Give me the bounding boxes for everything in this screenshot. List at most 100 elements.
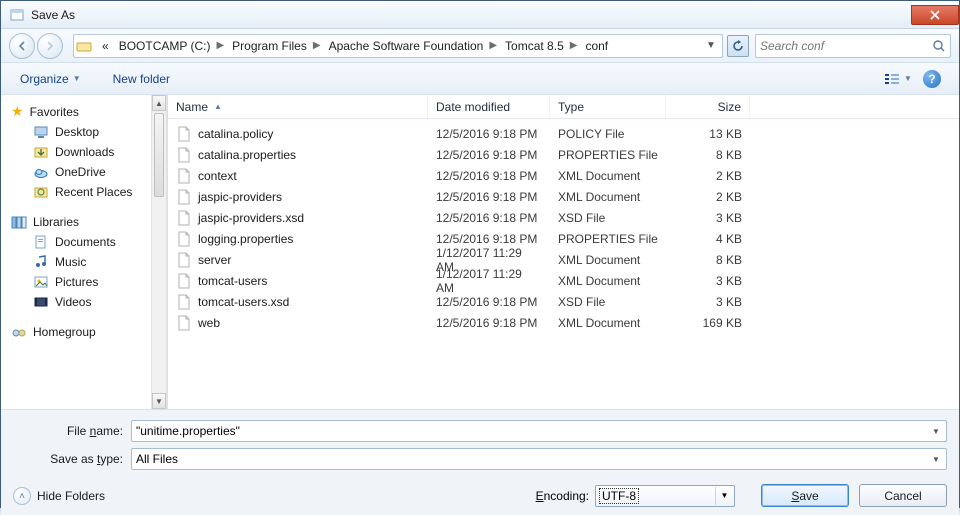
- encoding-select[interactable]: UTF-8 ▼: [595, 485, 735, 507]
- body-area: ★ Favorites DesktopDownloads OneDrive Rece…: [1, 95, 959, 409]
- tree-item-label: OneDrive: [55, 165, 106, 179]
- tree-item[interactable]: Downloads: [7, 142, 149, 162]
- scroll-thumb[interactable]: [154, 113, 164, 197]
- file-size: 8 KB: [666, 148, 750, 162]
- filename-input[interactable]: [136, 424, 928, 438]
- organize-label: Organize: [20, 72, 69, 86]
- column-name[interactable]: Name▲: [168, 95, 428, 118]
- file-icon: [176, 210, 192, 226]
- breadcrumb-seg[interactable]: BOOTCAMP (C:): [113, 35, 215, 57]
- file-row[interactable]: tomcat-users1/12/2017 11:29 AMXML Docume…: [168, 270, 959, 291]
- chevron-up-icon: ˄: [13, 487, 31, 505]
- chevron-right-icon: ▶: [311, 40, 323, 51]
- file-icon: [176, 189, 192, 205]
- help-button[interactable]: ?: [915, 67, 949, 91]
- close-button[interactable]: [911, 5, 959, 25]
- downloads-icon: [33, 144, 49, 160]
- file-row[interactable]: jaspic-providers12/5/2016 9:18 PMXML Doc…: [168, 186, 959, 207]
- tree-item[interactable]: Documents: [7, 232, 149, 252]
- file-size: 4 KB: [666, 232, 750, 246]
- column-type[interactable]: Type: [550, 95, 666, 118]
- file-size: 13 KB: [666, 127, 750, 141]
- chevron-down-icon: ▼: [73, 74, 81, 83]
- tree-item[interactable]: Music: [7, 252, 149, 272]
- tree-item[interactable]: Recent Places: [7, 182, 149, 202]
- chevron-down-icon[interactable]: ▼: [928, 451, 944, 467]
- onedrive-icon: [33, 164, 49, 180]
- breadcrumb-seg[interactable]: Program Files: [226, 35, 311, 57]
- filename-label: File name:: [13, 424, 131, 438]
- new-folder-button[interactable]: New folder: [104, 67, 179, 91]
- libraries-group[interactable]: Libraries: [7, 212, 149, 232]
- file-row[interactable]: context12/5/2016 9:18 PMXML Document2 KB: [168, 165, 959, 186]
- file-icon: [176, 252, 192, 268]
- filename-field[interactable]: ▼: [131, 420, 947, 442]
- cancel-button[interactable]: Cancel: [859, 484, 947, 507]
- file-row[interactable]: jaspic-providers.xsd12/5/2016 9:18 PMXSD…: [168, 207, 959, 228]
- back-button[interactable]: [9, 33, 35, 59]
- hide-folders-button[interactable]: ˄ Hide Folders: [13, 487, 105, 505]
- breadcrumb[interactable]: « BOOTCAMP (C:)▶ Program Files▶ Apache S…: [73, 34, 723, 58]
- saveastype-label: Save as type:: [13, 452, 131, 466]
- file-row[interactable]: tomcat-users.xsd12/5/2016 9:18 PMXSD Fil…: [168, 291, 959, 312]
- file-row[interactable]: catalina.policy12/5/2016 9:18 PMPOLICY F…: [168, 123, 959, 144]
- file-row[interactable]: catalina.properties12/5/2016 9:18 PMPROP…: [168, 144, 959, 165]
- search-input[interactable]: [760, 39, 932, 53]
- breadcrumb-dropdown[interactable]: ▼: [702, 40, 720, 51]
- chevron-down-icon[interactable]: ▼: [928, 423, 944, 439]
- tree-scrollbar[interactable]: ▲ ▼: [151, 95, 167, 409]
- column-date[interactable]: Date modified: [428, 95, 550, 118]
- tree-item[interactable]: Desktop: [7, 122, 149, 142]
- encoding-label: Encoding:: [536, 489, 589, 503]
- tree-item[interactable]: OneDrive: [7, 162, 149, 182]
- nav-row: « BOOTCAMP (C:)▶ Program Files▶ Apache S…: [1, 29, 959, 63]
- file-size: 2 KB: [666, 169, 750, 183]
- file-type: XSD File: [550, 211, 666, 225]
- file-date: 12/5/2016 9:18 PM: [428, 190, 550, 204]
- scroll-up-button[interactable]: ▲: [152, 95, 166, 111]
- breadcrumb-seg[interactable]: conf: [579, 35, 612, 57]
- file-date: 12/5/2016 9:18 PM: [428, 169, 550, 183]
- tree-item[interactable]: Videos: [7, 292, 149, 312]
- file-type: XML Document: [550, 253, 666, 267]
- breadcrumb-lead[interactable]: «: [96, 35, 113, 57]
- file-row[interactable]: web12/5/2016 9:18 PMXML Document169 KB: [168, 312, 959, 333]
- organize-button[interactable]: Organize ▼: [11, 67, 90, 91]
- file-size: 2 KB: [666, 190, 750, 204]
- file-row[interactable]: server1/12/2017 11:29 AMXML Document8 KB: [168, 249, 959, 270]
- breadcrumb-seg[interactable]: Apache Software Foundation: [323, 35, 488, 57]
- forward-button[interactable]: [37, 33, 63, 59]
- breadcrumb-seg[interactable]: Tomcat 8.5: [499, 35, 568, 57]
- star-icon: ★: [11, 103, 24, 120]
- view-options-button[interactable]: ▼: [881, 67, 915, 91]
- file-type: XSD File: [550, 295, 666, 309]
- refresh-button[interactable]: [727, 35, 749, 57]
- file-name: catalina.policy: [198, 127, 273, 141]
- sort-asc-icon: ▲: [214, 102, 222, 111]
- hide-folders-label: Hide Folders: [37, 489, 105, 503]
- file-date: 12/5/2016 9:18 PM: [428, 316, 550, 330]
- bottom-panel: File name: ▼ Save as type: All Files ▼ E…: [1, 409, 959, 515]
- homegroup-group[interactable]: Homegroup: [7, 322, 149, 342]
- videos-icon: [33, 294, 49, 310]
- file-name: jaspic-providers: [198, 190, 282, 204]
- file-name: tomcat-users: [198, 274, 267, 288]
- saveastype-field[interactable]: All Files ▼: [131, 448, 947, 470]
- file-size: 3 KB: [666, 274, 750, 288]
- column-size[interactable]: Size: [666, 95, 750, 118]
- scroll-down-button[interactable]: ▼: [152, 393, 166, 409]
- file-type: XML Document: [550, 316, 666, 330]
- list-header: Name▲ Date modified Type Size: [168, 95, 959, 119]
- drive-icon: [76, 38, 92, 54]
- file-row[interactable]: logging.properties12/5/2016 9:18 PMPROPE…: [168, 228, 959, 249]
- search-icon: [932, 39, 946, 53]
- pics-icon: [33, 274, 49, 290]
- file-icon: [176, 126, 192, 142]
- file-name: web: [198, 316, 220, 330]
- search-box[interactable]: [755, 34, 951, 58]
- app-icon: [9, 7, 25, 23]
- favorites-group[interactable]: ★ Favorites: [7, 101, 149, 122]
- help-icon: ?: [923, 70, 941, 88]
- save-button[interactable]: Save: [761, 484, 849, 507]
- tree-item[interactable]: Pictures: [7, 272, 149, 292]
